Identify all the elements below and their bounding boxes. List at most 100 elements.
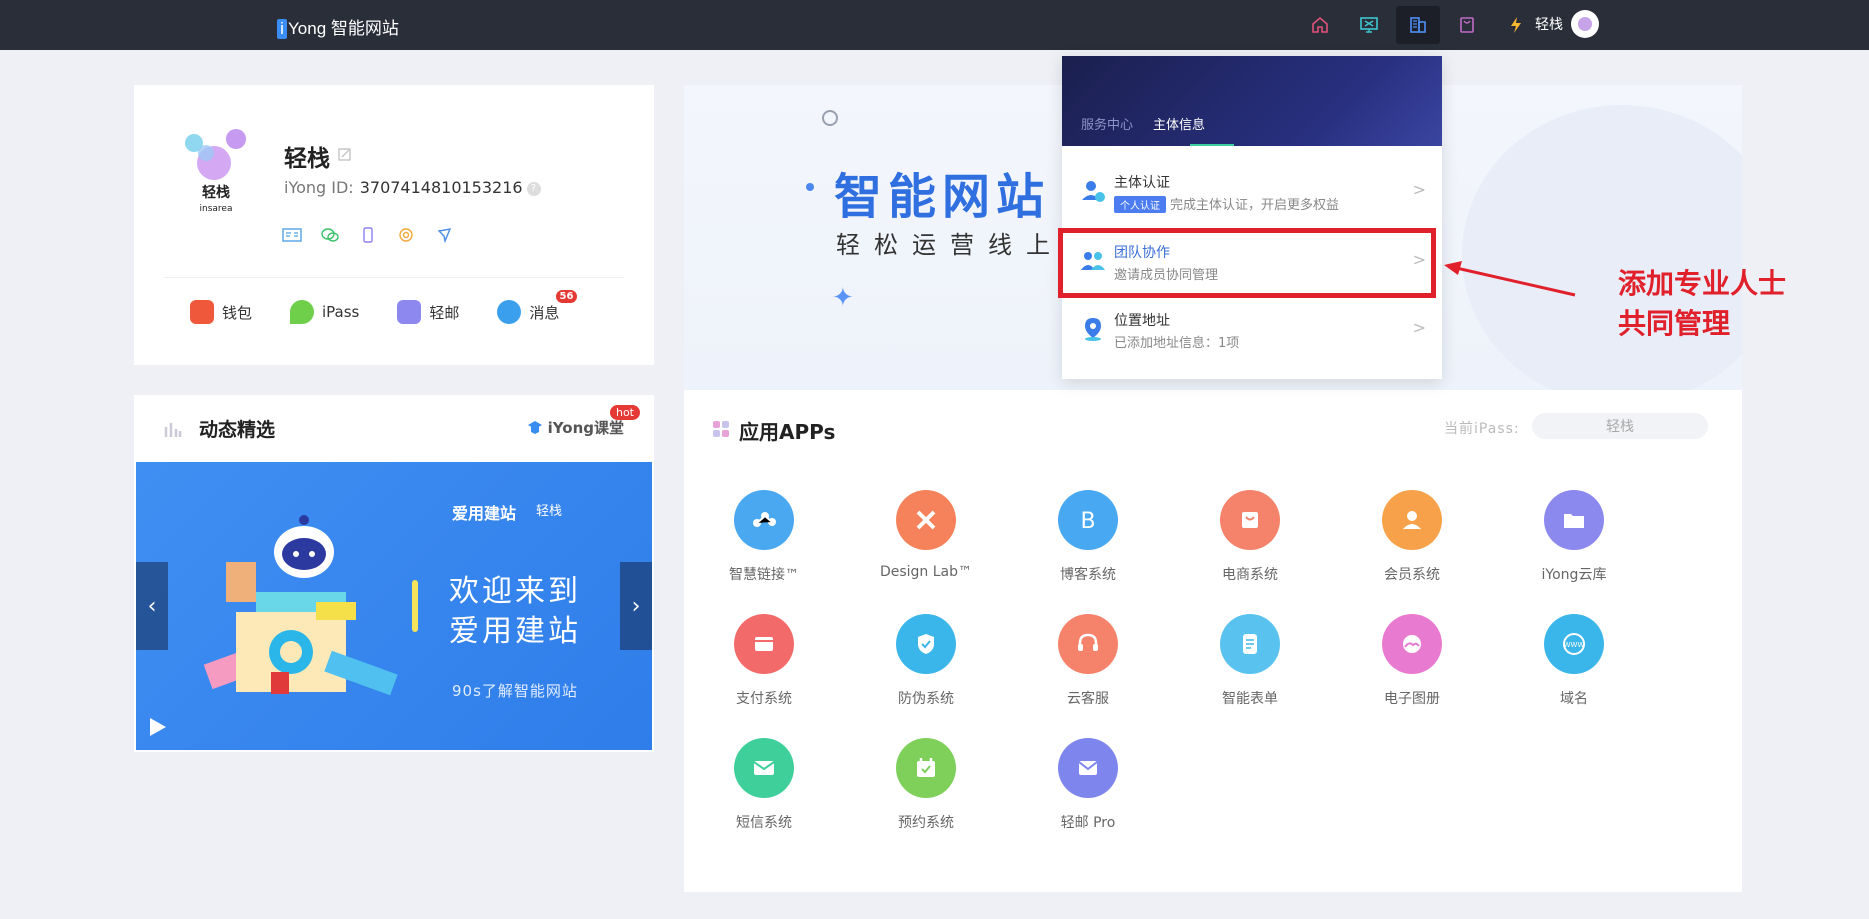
key-icon: [290, 300, 315, 324]
personal-verify-tag: 个人认证: [1114, 196, 1166, 213]
app-smart-link[interactable]: 智慧链接™: [714, 490, 814, 584]
app-booking[interactable]: 预约系统: [876, 738, 976, 832]
form-icon: [1220, 614, 1280, 674]
annotation-text: 添加专业人士 共同管理: [1618, 267, 1787, 340]
lightning-icon[interactable]: [1494, 6, 1538, 44]
location-icon[interactable]: [434, 227, 454, 244]
hero-ring: [822, 110, 838, 126]
wechat-icon[interactable]: [320, 227, 340, 243]
news-title: 动态精选: [199, 419, 276, 441]
mail-icon: [397, 300, 422, 324]
svg-text:insarea: insarea: [200, 204, 233, 214]
logo-text: Yong 智能网站: [288, 19, 399, 38]
highlight-box: [1058, 228, 1436, 298]
payment-icon: [734, 614, 794, 674]
entity-dropdown: 服务中心 主体信息 主体认证 个人认证 完成主体认证，开启更多权益 > 团队协作 …: [1062, 56, 1442, 379]
prev-arrow[interactable]: ‹: [136, 562, 168, 650]
banner-brand: 爱用建站: [452, 504, 517, 523]
profile-id: iYong ID: 3707414810153216?: [284, 178, 541, 197]
app-cloud-library[interactable]: iYong云库: [1524, 490, 1624, 584]
wallet-link[interactable]: 钱包: [190, 300, 252, 324]
ipass-label: 当前iPass:: [1444, 421, 1520, 437]
banner-headline: 欢迎来到 爱用建站: [449, 574, 581, 649]
ipass-link[interactable]: iPass: [290, 300, 359, 324]
member-icon: [1382, 490, 1442, 550]
link-icon: [734, 490, 794, 550]
id-card-icon[interactable]: [282, 227, 302, 243]
tab-entity-info[interactable]: 主体信息: [1153, 114, 1205, 133]
banner-subtitle: 90s了解智能网站: [452, 682, 578, 700]
profile-name: 轻栈: [284, 145, 330, 171]
home-icon[interactable]: [1298, 6, 1342, 44]
app-customer-service[interactable]: 云客服: [1038, 614, 1138, 708]
message-icon: [497, 300, 522, 324]
chevron-left-icon: ‹: [147, 593, 157, 619]
phone-icon[interactable]: [358, 227, 378, 243]
album-icon: [1382, 614, 1442, 674]
edit-icon[interactable]: [338, 147, 352, 161]
play-icon[interactable]: [150, 718, 166, 736]
app-anti-counterfeit[interactable]: 防伪系统: [876, 614, 976, 708]
dropdown-item-verification[interactable]: 主体认证 个人认证 完成主体认证，开启更多权益 >: [1062, 158, 1442, 226]
hot-badge: hot: [609, 405, 640, 420]
account-bindings: [282, 227, 472, 244]
course-icon: [527, 420, 542, 434]
tab-service-center[interactable]: 服务中心: [1081, 114, 1133, 133]
globe-icon: WWW: [1544, 614, 1604, 674]
app-blog[interactable]: B 博客系统: [1038, 490, 1138, 584]
app-smart-form[interactable]: 智能表单: [1200, 614, 1300, 708]
design-icon: [896, 490, 956, 550]
active-tab-indicator: [1190, 144, 1234, 146]
apps-grid-icon: [713, 421, 729, 437]
avatar[interactable]: [1571, 10, 1599, 38]
app-sms[interactable]: 短信系统: [714, 738, 814, 832]
location-pin-icon: [1085, 318, 1101, 341]
course-link[interactable]: iYong课堂: [527, 417, 624, 438]
robot-illustration: [203, 515, 398, 696]
app-mail-pro[interactable]: 轻邮 Pro: [1038, 738, 1138, 832]
video-banner[interactable]: 爱用建站 轻栈 欢迎来到 爱用建站 90s了解智能网站 ‹ ›: [136, 462, 652, 750]
hero-dot: [806, 183, 814, 191]
nav-icon-group: [1298, 6, 1543, 44]
user-menu[interactable]: 轻栈: [1535, 10, 1599, 38]
brand-logo: 轻栈 insarea: [174, 125, 258, 215]
help-icon[interactable]: ?: [526, 181, 541, 196]
banner-accent-bar: [412, 580, 418, 632]
svg-text:B: B: [1080, 509, 1095, 534]
bag-icon[interactable]: [1445, 6, 1489, 44]
shield-icon: [896, 614, 956, 674]
app-design-lab[interactable]: Design Lab™: [876, 490, 976, 584]
wallet-icon: [190, 300, 214, 324]
apps-title: 应用APPs: [739, 420, 836, 444]
chevron-right-icon: ›: [631, 593, 641, 619]
app-domain[interactable]: WWW 域名: [1524, 614, 1624, 708]
email-icon[interactable]: [396, 227, 416, 243]
bars-icon: [164, 423, 182, 437]
mail-link[interactable]: 轻邮: [397, 300, 459, 324]
user-name: 轻栈: [1535, 17, 1563, 33]
divider: [164, 277, 624, 278]
message-link[interactable]: 消息 56: [497, 290, 578, 324]
apps-grid: 智慧链接™ Design Lab™ B 博客系统 电商系统 会员系统 iYong云…: [714, 490, 1714, 832]
building-icon[interactable]: [1396, 6, 1440, 44]
blog-icon: B: [1058, 490, 1118, 550]
headset-icon: [1058, 614, 1118, 674]
message-count-badge: 56: [555, 290, 578, 303]
app-album[interactable]: 电子图册: [1362, 614, 1462, 708]
app-payment[interactable]: 支付系统: [714, 614, 814, 708]
next-arrow[interactable]: ›: [620, 562, 652, 650]
calendar-icon: [896, 738, 956, 798]
ipass-selector[interactable]: 轻栈: [1532, 413, 1708, 439]
svg-text:WWW: WWW: [1564, 641, 1585, 649]
chevron-right-icon: >: [1412, 318, 1426, 337]
monitor-icon[interactable]: [1347, 6, 1391, 44]
app-member[interactable]: 会员系统: [1362, 490, 1462, 584]
mail-pro-icon: [1058, 738, 1118, 798]
site-logo[interactable]: i Yong 智能网站: [277, 14, 399, 39]
sparkle-icon: ✦: [832, 283, 854, 313]
quick-links: 钱包 iPass 轻邮 消息 56: [190, 290, 597, 324]
banner-brand-secondary: 轻栈: [536, 504, 563, 519]
hero-decoration: [1462, 105, 1742, 390]
dropdown-item-address[interactable]: 位置地址 已添加地址信息：1项 >: [1062, 296, 1442, 364]
app-ecommerce[interactable]: 电商系统: [1200, 490, 1300, 584]
